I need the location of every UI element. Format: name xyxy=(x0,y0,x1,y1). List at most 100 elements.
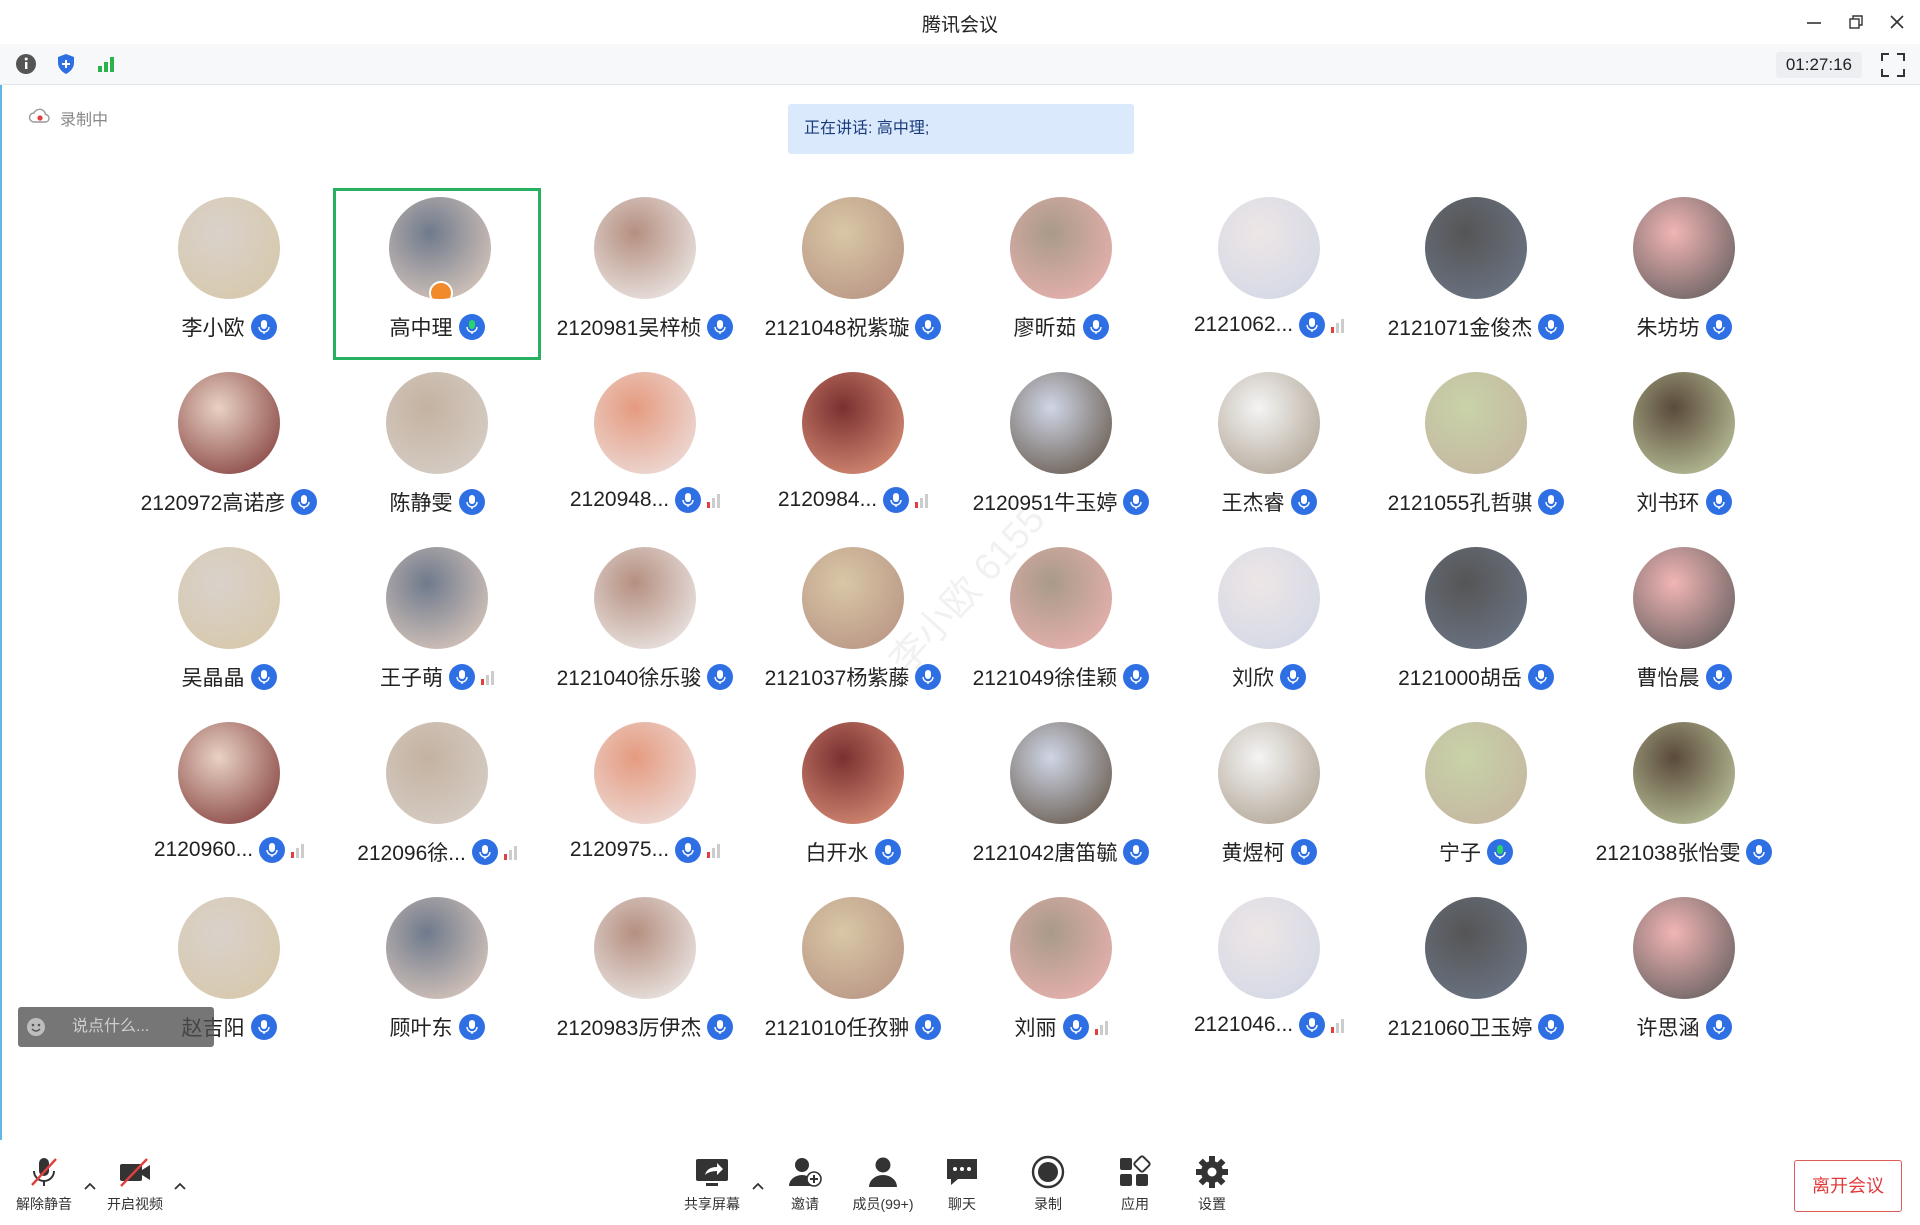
mic-on-icon xyxy=(675,487,702,513)
camera-off-icon xyxy=(117,1154,153,1190)
participant-name: 2121038张怡雯 xyxy=(1595,842,1741,865)
members-icon xyxy=(865,1154,901,1190)
settings-label: 设置 xyxy=(1198,1196,1226,1212)
participant-avatar xyxy=(594,197,696,299)
chat-label: 聊天 xyxy=(948,1196,976,1212)
participant-name: 刘书环 xyxy=(1636,492,1700,515)
participant-avatar xyxy=(802,547,904,649)
participant-avatar xyxy=(178,547,280,649)
apps-label: 应用 xyxy=(1121,1196,1149,1212)
mic-on-icon xyxy=(883,487,910,513)
participant-name: 2120984... xyxy=(777,488,878,511)
mic-on-icon xyxy=(1082,314,1109,340)
participant-name: 2121042唐笛毓 xyxy=(972,842,1118,865)
participant-avatar xyxy=(1633,722,1735,824)
participant-avatar xyxy=(1010,897,1112,999)
participant-avatar xyxy=(1425,197,1527,299)
participant-avatar xyxy=(1010,722,1112,824)
mic-on-icon xyxy=(458,489,485,515)
participant-avatar xyxy=(1633,897,1735,999)
participant-grid: 李小欧 高中理 2120981吴梓桢 2121048祝紫璇 廖昕茹 2121062... 2… xyxy=(0,0,1920,1225)
mic-on-icon xyxy=(1299,312,1326,338)
participant-avatar xyxy=(1218,897,1320,999)
record-button[interactable]: 录制 xyxy=(1008,1154,1088,1216)
participant-avatar xyxy=(178,197,280,299)
participant-name: 2120948... xyxy=(569,488,670,511)
mic-on-icon xyxy=(1280,664,1306,690)
mic-on-icon xyxy=(259,837,286,863)
unmute-button[interactable]: 解除静音 xyxy=(4,1154,84,1216)
participant-avatar xyxy=(386,897,488,999)
participant-tile[interactable]: 2121038张怡雯 xyxy=(1580,716,1788,888)
participant-avatar xyxy=(802,897,904,999)
mic-on-icon xyxy=(874,839,901,865)
participant-tile[interactable]: 许思涵 xyxy=(1580,891,1788,1063)
participant-avatar xyxy=(1218,197,1320,299)
apps-button[interactable]: 应用 xyxy=(1095,1154,1175,1216)
participant-name: 吴晶晶 xyxy=(181,667,245,690)
participant-avatar xyxy=(386,547,488,649)
members-button[interactable]: 成员(99+) xyxy=(843,1154,923,1216)
start-video-button[interactable]: 开启视频 xyxy=(95,1154,175,1216)
participant-name: 2121055孔哲骐 xyxy=(1387,492,1533,515)
chat-input[interactable] xyxy=(54,1017,214,1037)
mic-on-icon xyxy=(1290,489,1317,515)
participant-name: 2121010任孜翀 xyxy=(764,1017,910,1040)
participant-name: 高中理 xyxy=(389,317,453,340)
participant-name: 212096徐... xyxy=(357,842,466,865)
mic-on-icon xyxy=(1290,839,1317,865)
members-label: 成员(99+) xyxy=(852,1196,914,1212)
participant-avatar xyxy=(1218,722,1320,824)
participant-name: 王杰睿 xyxy=(1221,492,1285,515)
share-screen-label: 共享屏幕 xyxy=(684,1196,740,1212)
participant-avatar xyxy=(178,897,280,999)
mic-on-icon xyxy=(1705,1014,1732,1040)
weak-signal-icon xyxy=(481,669,494,685)
participant-name: 宁子 xyxy=(1439,842,1481,865)
leave-meeting-button[interactable]: 离开会议 xyxy=(1794,1160,1902,1212)
mic-on-icon xyxy=(675,837,702,863)
add-user-icon xyxy=(787,1154,823,1190)
participant-avatar xyxy=(1633,547,1735,649)
bottom-control-bar: 解除静音 开启视频 共享屏幕 邀请 成员(99+) 聊天 录制 应用 设置 离开… xyxy=(0,1140,1920,1225)
participant-avatar xyxy=(1425,547,1527,649)
participant-name: 陈静雯 xyxy=(389,492,453,515)
participant-name: 2120983厉伊杰 xyxy=(556,1017,702,1040)
chat-bubble-icon xyxy=(944,1154,980,1190)
share-screen-button[interactable]: 共享屏幕 xyxy=(672,1154,752,1216)
participant-tile[interactable]: 刘书环 xyxy=(1580,366,1788,538)
participant-avatar xyxy=(1633,372,1735,474)
participant-name: 白开水 xyxy=(805,842,869,865)
participant-name: 王子萌 xyxy=(380,667,443,690)
apps-grid-icon xyxy=(1117,1154,1153,1190)
participant-name: 黄煜柯 xyxy=(1221,842,1285,865)
participant-name: 2120981吴梓桢 xyxy=(556,317,702,340)
participant-name: 顾叶东 xyxy=(389,1017,453,1040)
participant-name: 2120960... xyxy=(153,838,254,861)
participant-name: 朱坊坊 xyxy=(1636,317,1700,340)
participant-avatar xyxy=(178,722,280,824)
chat-quick-input[interactable] xyxy=(18,1007,214,1047)
participant-avatar xyxy=(389,197,491,299)
settings-button[interactable]: 设置 xyxy=(1172,1154,1252,1216)
participant-name: 2121062... xyxy=(1193,313,1294,336)
emoji-icon[interactable] xyxy=(18,1007,54,1047)
participant-tile[interactable]: 曹怡晨 xyxy=(1580,541,1788,713)
participant-tile[interactable]: 朱坊坊 xyxy=(1580,191,1788,363)
video-options-caret-icon[interactable] xyxy=(172,1178,188,1194)
mic-on-icon xyxy=(1299,1012,1326,1038)
share-screen-icon xyxy=(694,1154,730,1190)
invite-button[interactable]: 邀请 xyxy=(765,1154,845,1216)
mic-on-icon xyxy=(250,664,277,690)
participant-name: 2121048祝紫璇 xyxy=(764,317,910,340)
start-video-label: 开启视频 xyxy=(107,1196,163,1212)
participant-avatar xyxy=(1010,372,1112,474)
participant-name: 2121046... xyxy=(1193,1013,1294,1036)
share-options-caret-icon[interactable] xyxy=(750,1178,766,1194)
participant-avatar xyxy=(178,372,280,474)
participant-name: 2121000胡岳 xyxy=(1398,667,1522,690)
participant-name-row: 2121038张怡雯 xyxy=(1540,837,1828,867)
mic-on-icon xyxy=(449,664,475,690)
participant-avatar xyxy=(802,197,904,299)
chat-button[interactable]: 聊天 xyxy=(922,1154,1002,1216)
